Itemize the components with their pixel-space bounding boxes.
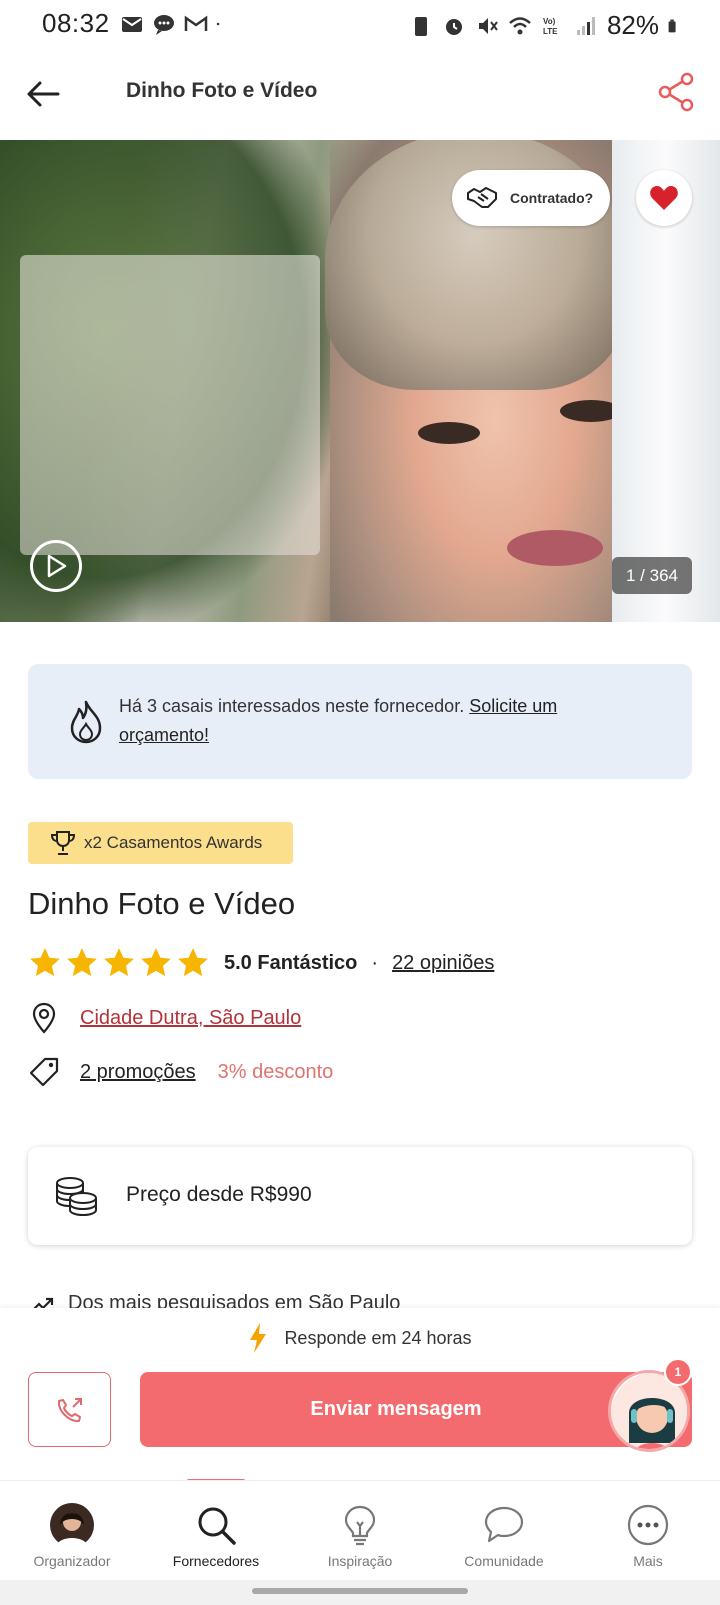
location-link[interactable]: Cidade Dutra, São Paulo (80, 1007, 301, 1030)
tab-organizador[interactable]: Organizador (0, 1481, 144, 1581)
tab-label: Organizador (33, 1553, 111, 1569)
vendor-photo[interactable] (0, 140, 720, 622)
call-button[interactable] (28, 1372, 111, 1447)
heart-icon (650, 186, 678, 210)
volte-icon: Vo)LTE (543, 17, 558, 36)
contratado-label: Contratado? (510, 190, 594, 206)
message-icon (154, 15, 174, 35)
flame-icon (70, 700, 102, 744)
photo-lips (507, 530, 603, 566)
page-title: Dinho Foto e Vídeo (126, 79, 318, 102)
price-label: Preço desde R$990 (126, 1183, 312, 1206)
rating-stars (28, 946, 210, 980)
share-icon[interactable] (656, 70, 696, 114)
gmail-icon (184, 15, 208, 31)
tab-comunidade[interactable]: Comunidade (432, 1481, 576, 1581)
status-bar: 08:32 Vo) LTE 82% (0, 0, 720, 50)
tab-mais[interactable]: Mais (576, 1481, 720, 1581)
wifi-icon (509, 16, 531, 34)
promotions-link[interactable]: 2 promoções (80, 1061, 196, 1084)
tab-label: Fornecedores (172, 1553, 260, 1569)
svg-text:Vo): Vo) (543, 17, 556, 26)
favorite-button[interactable] (636, 170, 692, 226)
arrow-left-icon[interactable] (22, 72, 66, 116)
chat-bubble-icon (482, 1503, 526, 1547)
location-row: Cidade Dutra, São Paulo (28, 1000, 301, 1036)
notification-badge: 1 (664, 1358, 692, 1386)
system-navigation-bar (0, 1580, 720, 1605)
tab-inspiracao[interactable]: Inspiração (288, 1481, 432, 1581)
star-icon (30, 948, 60, 977)
star-icon (141, 948, 171, 977)
star-icon (67, 948, 97, 977)
home-indicator[interactable] (252, 1588, 468, 1594)
tag-icon (29, 1057, 59, 1087)
signal-icon (576, 16, 595, 35)
vendor-name: Dinho Foto e Vídeo (28, 886, 296, 921)
trophy-icon (50, 831, 76, 855)
lightbulb-icon (338, 1503, 382, 1547)
price-card[interactable]: Preço desde R$990 (28, 1147, 692, 1245)
interest-message: Há 3 casais interessados neste fornecedo… (119, 696, 470, 716)
tab-fornecedores[interactable]: Fornecedores (144, 1481, 288, 1581)
interest-text: Há 3 casais interessados neste fornecedo… (119, 692, 649, 750)
awards-badge: x2 Casamentos Awards (28, 822, 293, 864)
contratado-button[interactable]: Contratado? (452, 170, 610, 226)
dot-icon (216, 22, 220, 26)
status-time: 08:32 (42, 8, 110, 38)
location-pin-icon (32, 1002, 56, 1034)
photo-eye-left (418, 422, 480, 444)
mute-icon (478, 17, 498, 34)
contact-actions: Responde em 24 horas Enviar mensagem 1 (0, 1308, 720, 1480)
handshake-icon (467, 187, 497, 208)
battery-icon (668, 19, 676, 32)
response-time: Responde em 24 horas (284, 1327, 472, 1348)
notification-icons (120, 12, 226, 36)
promotions-row: 2 promoções 3% desconto (28, 1054, 333, 1090)
star-icon (104, 948, 134, 977)
rating-row: 5.0 Fantástico · 22 opiniões (28, 945, 494, 981)
play-icon (47, 554, 67, 578)
send-message-label: Enviar mensagem (310, 1398, 482, 1420)
bottom-tab-bar: Organizador Fornecedores Inspiração Comu… (0, 1480, 720, 1580)
avatar (50, 1503, 94, 1547)
interest-banner: Há 3 casais interessados neste fornecedo… (28, 664, 692, 779)
more-icon (626, 1503, 670, 1547)
play-video-button[interactable] (30, 540, 82, 592)
search-icon (194, 1503, 238, 1547)
rating-score: 5.0 Fantástico (224, 951, 358, 974)
photo-tent (20, 255, 320, 555)
mail-icon (122, 17, 142, 32)
reviews-link[interactable]: 22 opiniões (392, 952, 494, 975)
battery-saver-icon (414, 16, 427, 36)
rating-separator: · (371, 951, 379, 974)
awards-label: x2 Casamentos Awards (84, 833, 263, 852)
app-bar: Dinho Foto e Vídeo (0, 50, 720, 140)
star-icon (178, 948, 208, 977)
phone-outgoing-icon (57, 1397, 82, 1422)
battery-percent: 82% (606, 10, 659, 40)
tab-label: Mais (633, 1553, 663, 1569)
lightning-icon (250, 1323, 267, 1353)
response-time-row: Responde em 24 horas (0, 1322, 720, 1354)
photo-counter: 1 / 364 (612, 557, 692, 594)
svg-text:LTE: LTE (543, 27, 558, 36)
tab-label: Inspiração (327, 1553, 393, 1569)
alarm-icon (445, 18, 462, 35)
tab-label: Comunidade (464, 1553, 544, 1569)
coins-icon (56, 1177, 97, 1217)
discount-text: 3% desconto (217, 1060, 334, 1083)
system-icons: Vo) LTE 82% (409, 10, 682, 41)
